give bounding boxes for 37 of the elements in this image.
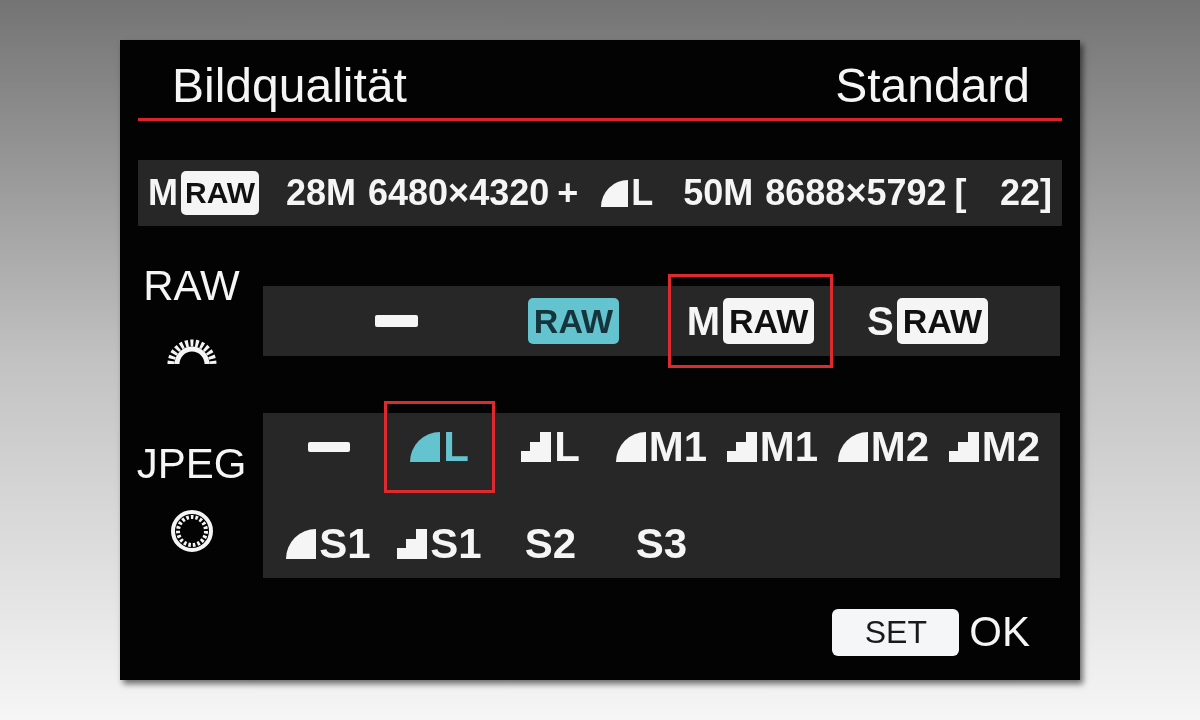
dash-icon <box>307 442 350 452</box>
megapixels-text: 50M <box>683 175 754 211</box>
row-label: RAW <box>143 262 240 310</box>
row-label: JPEG <box>136 440 247 488</box>
jpeg-option[interactable]: S2 <box>495 498 606 590</box>
jpeg-option[interactable]: S3 <box>606 498 717 590</box>
bracket-text: [ <box>954 175 967 211</box>
stairs-icon <box>726 432 757 462</box>
stairs-icon <box>948 432 979 462</box>
jpeg-option[interactable]: L <box>495 401 606 493</box>
set-key[interactable]: SET <box>832 608 960 656</box>
raw-size-letter: M <box>148 175 178 211</box>
screen-title: Bildqualität <box>172 58 407 114</box>
raw-option[interactable]: S RAW <box>845 274 1010 368</box>
ok-label: OK <box>969 608 1030 656</box>
raw-label: RAW <box>181 171 259 215</box>
stairs-icon <box>397 529 428 559</box>
shot-count: 22] <box>999 175 1052 211</box>
dial-icon <box>166 338 217 364</box>
quality-preset: Standard <box>835 58 1030 114</box>
jpeg-option[interactable]: M1 <box>606 401 717 493</box>
jpeg-option[interactable]: M1 <box>717 401 828 493</box>
plus-sign: + <box>557 175 579 211</box>
dash-icon <box>375 315 418 327</box>
resolution-text: 6480×4320 <box>368 175 550 211</box>
stairs-icon <box>521 432 552 462</box>
jpeg-size-letter: L <box>631 175 654 211</box>
jpeg-option[interactable]: M2 <box>939 401 1050 493</box>
dial-icon <box>170 510 213 552</box>
jpeg-option[interactable]: M2 <box>828 401 939 493</box>
raw-option[interactable]: RAW <box>491 274 656 368</box>
jpeg-option[interactable]: S1 <box>273 498 384 590</box>
jpeg-option[interactable]: S1 <box>384 498 495 590</box>
megapixels-text: 28M <box>286 175 357 211</box>
jpeg-option[interactable]: L <box>384 401 495 493</box>
resolution-text: 8688×5792 <box>765 175 947 211</box>
raw-option[interactable]: M RAW <box>668 274 833 368</box>
